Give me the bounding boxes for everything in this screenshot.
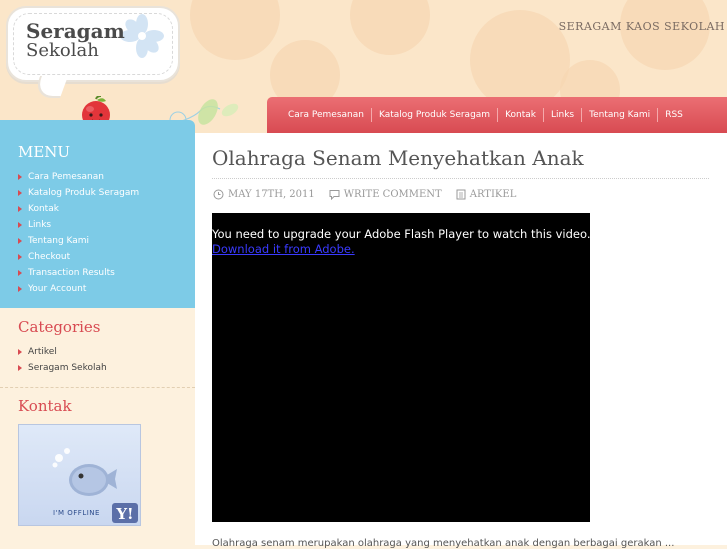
arrow-icon bbox=[18, 173, 22, 180]
post-meta: MAY 17TH, 2011 WRITE COMMENT ARTIKEL bbox=[213, 189, 516, 200]
category-label: Artikel bbox=[28, 347, 57, 357]
sidebar-item-your-account[interactable]: Your Account bbox=[18, 281, 139, 297]
flash-upgrade-message: You need to upgrade your Adobe Flash Pla… bbox=[212, 227, 591, 241]
title-divider bbox=[212, 178, 709, 179]
arrow-icon bbox=[18, 348, 22, 355]
sidebar-item-kontak[interactable]: Kontak bbox=[18, 201, 139, 217]
sidebar-item-katalog[interactable]: Katalog Produk Seragam bbox=[18, 185, 139, 201]
sidebar-kontak-title: Kontak bbox=[18, 397, 72, 415]
category-label: Seragam Sekolah bbox=[28, 363, 107, 373]
arrow-icon bbox=[18, 253, 22, 260]
post-category-link[interactable]: ARTIKEL bbox=[470, 189, 517, 200]
nav-item-kontak[interactable]: Kontak bbox=[498, 110, 543, 120]
clock-icon bbox=[213, 189, 224, 200]
arrow-icon bbox=[18, 364, 22, 371]
arrow-icon bbox=[18, 237, 22, 244]
sidebar-divider bbox=[0, 387, 195, 388]
arrow-icon bbox=[18, 189, 22, 196]
sidebar-item-links[interactable]: Links bbox=[18, 217, 139, 233]
document-icon bbox=[456, 189, 466, 200]
comment-icon bbox=[329, 190, 340, 200]
sidebar-item-label: Cara Pemesanan bbox=[28, 172, 104, 182]
sidebar-categories-title: Categories bbox=[18, 318, 101, 336]
flash-download-link[interactable]: Download it from Adobe. bbox=[212, 242, 355, 256]
post-title[interactable]: Olahraga Senam Menyehatkan Anak bbox=[212, 146, 584, 170]
sidebar-item-label: Your Account bbox=[28, 284, 87, 294]
sidebar-item-label: Kontak bbox=[28, 204, 59, 214]
sidebar-item-tentang-kami[interactable]: Tentang Kami bbox=[18, 233, 139, 249]
arrow-icon bbox=[18, 205, 22, 212]
sidebar-item-transaction-results[interactable]: Transaction Results bbox=[18, 265, 139, 281]
yahoo-logo-icon: Y! bbox=[112, 503, 138, 523]
yahoo-messenger-status-badge[interactable]: I'M OFFLINE Y! bbox=[18, 424, 141, 526]
arrow-icon bbox=[18, 269, 22, 276]
sidebar-categories-list: Artikel Seragam Sekolah bbox=[18, 344, 107, 376]
svg-text:Y!: Y! bbox=[115, 505, 133, 523]
arrow-icon bbox=[18, 285, 22, 292]
sidebar-menu-title: MENU bbox=[18, 143, 71, 161]
sidebar-item-label: Transaction Results bbox=[28, 268, 115, 278]
main-nav: Cara Pemesanan Katalog Produk Seragam Ko… bbox=[267, 97, 727, 133]
nav-item-cara-pemesanan[interactable]: Cara Pemesanan bbox=[281, 110, 371, 120]
sidebar-menu-list: Cara Pemesanan Katalog Produk Seragam Ko… bbox=[18, 169, 139, 297]
category-item-seragam-sekolah[interactable]: Seragam Sekolah bbox=[18, 360, 107, 376]
post-date: MAY 17TH, 2011 bbox=[228, 189, 315, 200]
site-tagline: SERAGAM KAOS SEKOLAH bbox=[558, 20, 725, 33]
nav-item-links[interactable]: Links bbox=[544, 110, 581, 120]
nav-item-katalog[interactable]: Katalog Produk Seragam bbox=[372, 110, 497, 120]
sidebar-item-checkout[interactable]: Checkout bbox=[18, 249, 139, 265]
logo-flower-icon bbox=[120, 14, 164, 58]
sidebar-item-label: Katalog Produk Seragam bbox=[28, 188, 140, 198]
nav-item-rss[interactable]: RSS bbox=[658, 110, 690, 120]
arrow-icon bbox=[18, 221, 22, 228]
post-body-excerpt: Olahraga senam merupakan olahraga yang m… bbox=[212, 538, 675, 549]
sidebar-item-label: Links bbox=[28, 220, 52, 230]
flash-video-player[interactable]: You need to upgrade your Adobe Flash Pla… bbox=[212, 213, 590, 522]
ym-status-text: I'M OFFLINE bbox=[53, 509, 100, 517]
write-comment-link[interactable]: WRITE COMMENT bbox=[344, 189, 442, 200]
nav-item-tentang-kami[interactable]: Tentang Kami bbox=[582, 110, 657, 120]
logo-text-line2: Sekolah bbox=[26, 40, 99, 61]
sidebar-item-cara-pemesanan[interactable]: Cara Pemesanan bbox=[18, 169, 139, 185]
sidebar-item-label: Checkout bbox=[28, 252, 71, 262]
category-item-artikel[interactable]: Artikel bbox=[18, 344, 107, 360]
sidebar-item-label: Tentang Kami bbox=[28, 236, 90, 246]
